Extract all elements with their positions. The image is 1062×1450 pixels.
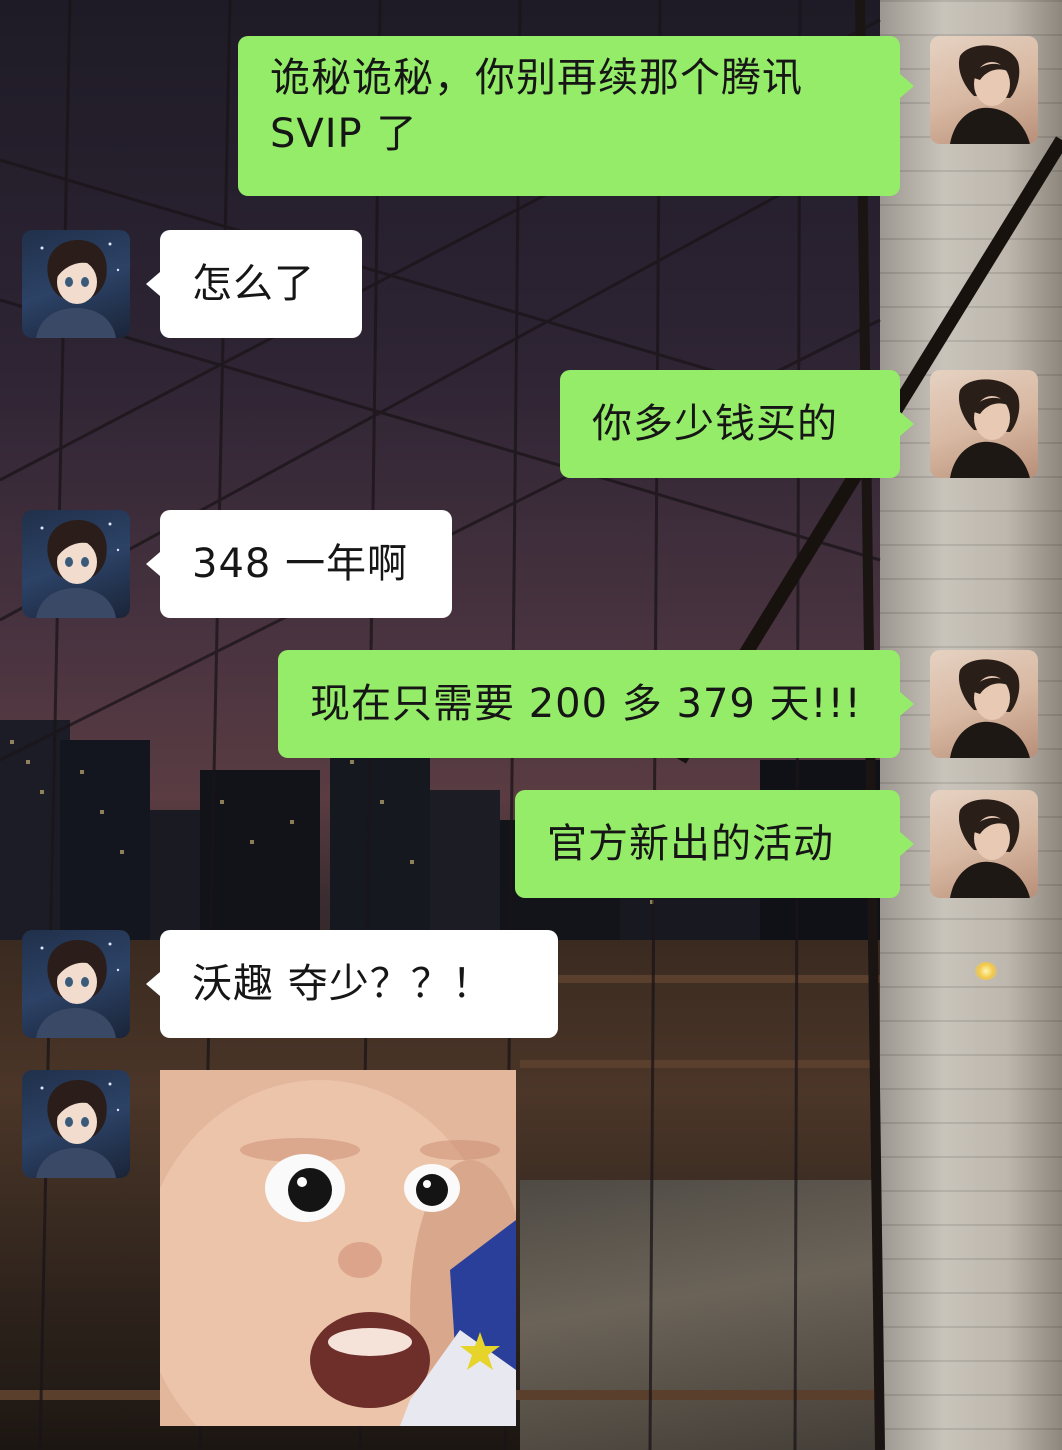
friend-avatar[interactable] — [22, 930, 130, 1038]
woman-portrait-icon — [950, 659, 1030, 758]
bubble-tail — [900, 74, 914, 98]
anime-girl-icon — [36, 520, 120, 618]
my-avatar[interactable] — [930, 650, 1038, 758]
message-text: 348 一年啊 — [192, 541, 409, 587]
message-bubble-received[interactable]: 沃趣 夺少？？！ — [160, 930, 558, 1038]
woman-portrait-icon — [950, 45, 1030, 144]
message-text: 怎么了 — [192, 261, 315, 307]
surprised-baby-sticker-icon — [160, 1070, 516, 1426]
message-bubble-received[interactable]: 348 一年啊 — [160, 510, 452, 618]
my-avatar[interactable] — [930, 790, 1038, 898]
my-avatar[interactable] — [930, 36, 1038, 144]
bubble-tail — [900, 832, 914, 856]
anime-girl-icon — [36, 1080, 120, 1178]
message-text: SVIP 了 — [270, 111, 418, 157]
message-bubble-sent[interactable]: 你多少钱买的 — [560, 370, 900, 478]
bubble-tail — [900, 412, 914, 436]
message-bubble-sent[interactable]: 诡秘诡秘，你别再续那个腾讯 SVIP 了 — [238, 36, 900, 196]
message-text: 官方新出的活动 — [547, 821, 834, 867]
bubble-tail — [146, 972, 160, 996]
message-bubble-received[interactable]: 怎么了 — [160, 230, 362, 338]
woman-portrait-icon — [950, 799, 1030, 898]
message-bubble-sent[interactable]: 现在只需要 200 多 379 天!!! — [278, 650, 900, 758]
bubble-tail — [146, 272, 160, 296]
message-bubble-sent[interactable]: 官方新出的活动 — [515, 790, 900, 898]
friend-avatar[interactable] — [22, 230, 130, 338]
anime-girl-icon — [36, 940, 120, 1038]
anime-girl-icon — [36, 240, 120, 338]
message-text: 诡秘诡秘，你别再续那个腾讯 — [270, 55, 803, 101]
friend-avatar[interactable] — [22, 510, 130, 618]
message-text: 现在只需要 200 多 379 天!!! — [310, 681, 862, 727]
woman-portrait-icon — [950, 379, 1030, 478]
bubble-tail — [146, 552, 160, 576]
bubble-tail — [900, 692, 914, 716]
message-text: 你多少钱买的 — [592, 401, 838, 447]
my-avatar[interactable] — [930, 370, 1038, 478]
friend-avatar[interactable] — [22, 1070, 130, 1178]
message-text: 沃趣 夺少？？！ — [192, 961, 493, 1007]
surprised-baby-sticker[interactable] — [160, 1070, 516, 1426]
